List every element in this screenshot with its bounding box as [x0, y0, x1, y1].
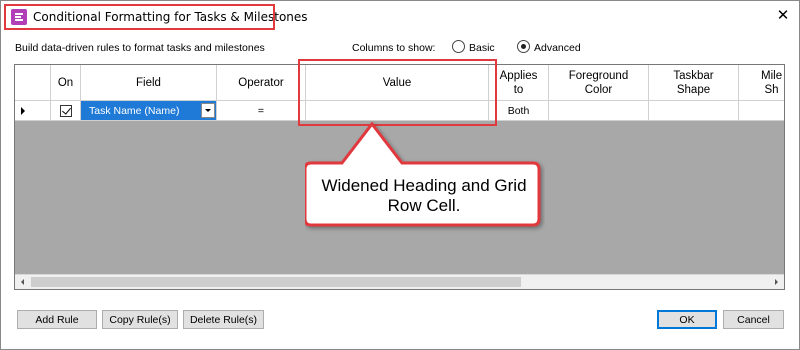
chevron-right-icon: [775, 279, 778, 285]
on-cell[interactable]: [51, 101, 81, 121]
operator-cell[interactable]: =: [217, 101, 306, 121]
field-dropdown-button[interactable]: [201, 103, 215, 118]
field-cell[interactable]: Task Name (Name): [81, 101, 217, 121]
header-taskbar-shape[interactable]: Taskbar Shape: [649, 65, 739, 101]
close-button[interactable]: ✕: [773, 6, 793, 26]
on-checkbox[interactable]: [59, 104, 72, 117]
ok-button[interactable]: OK: [657, 310, 717, 329]
header-milestone-shape[interactable]: Mile Sh: [739, 65, 784, 101]
row-header-corner: [15, 65, 51, 101]
value-column-highlight-box: [298, 59, 497, 126]
chevron-left-icon: [21, 279, 24, 285]
basic-radio-label[interactable]: Basic: [469, 42, 495, 54]
header-foreground-color[interactable]: Foreground Color: [549, 65, 649, 101]
current-row-arrow-icon: [21, 106, 25, 115]
header-field[interactable]: Field: [81, 65, 217, 101]
advanced-radio-label[interactable]: Advanced: [534, 42, 581, 54]
annotation-text: Widened Heading and Grid Row Cell.: [321, 176, 527, 215]
foreground-color-cell[interactable]: [549, 101, 649, 121]
scrollbar-thumb[interactable]: [31, 277, 521, 287]
delete-rules-button[interactable]: Delete Rule(s): [183, 310, 264, 329]
dialog-description: Build data-driven rules to format tasks …: [15, 42, 265, 54]
radio-selected-dot: [521, 44, 526, 49]
columns-to-show-label: Columns to show:: [352, 42, 436, 54]
taskbar-shape-cell[interactable]: [649, 101, 739, 121]
basic-radio[interactable]: [452, 40, 465, 53]
copy-rules-button[interactable]: Copy Rule(s): [102, 310, 178, 329]
header-on[interactable]: On: [51, 65, 81, 101]
applies-to-cell[interactable]: Both: [489, 101, 549, 121]
scroll-right-button[interactable]: [769, 275, 784, 289]
conditional-formatting-dialog: Conditional Formatting for Tasks & Miles…: [0, 0, 800, 350]
row-selector[interactable]: [15, 101, 51, 121]
header-applies-to[interactable]: Applies to: [489, 65, 549, 101]
cancel-button[interactable]: Cancel: [723, 310, 784, 329]
advanced-radio[interactable]: [517, 40, 530, 53]
title-highlight-box: [4, 4, 275, 30]
title-bar: Conditional Formatting for Tasks & Miles…: [1, 1, 799, 34]
field-value: Task Name (Name): [89, 104, 180, 117]
chevron-down-icon: [205, 109, 211, 112]
header-operator[interactable]: Operator: [217, 65, 306, 101]
add-rule-button[interactable]: Add Rule: [17, 310, 97, 329]
scroll-left-button[interactable]: [15, 275, 30, 289]
milestone-shape-cell[interactable]: [739, 101, 784, 121]
horizontal-scrollbar[interactable]: [15, 274, 784, 289]
